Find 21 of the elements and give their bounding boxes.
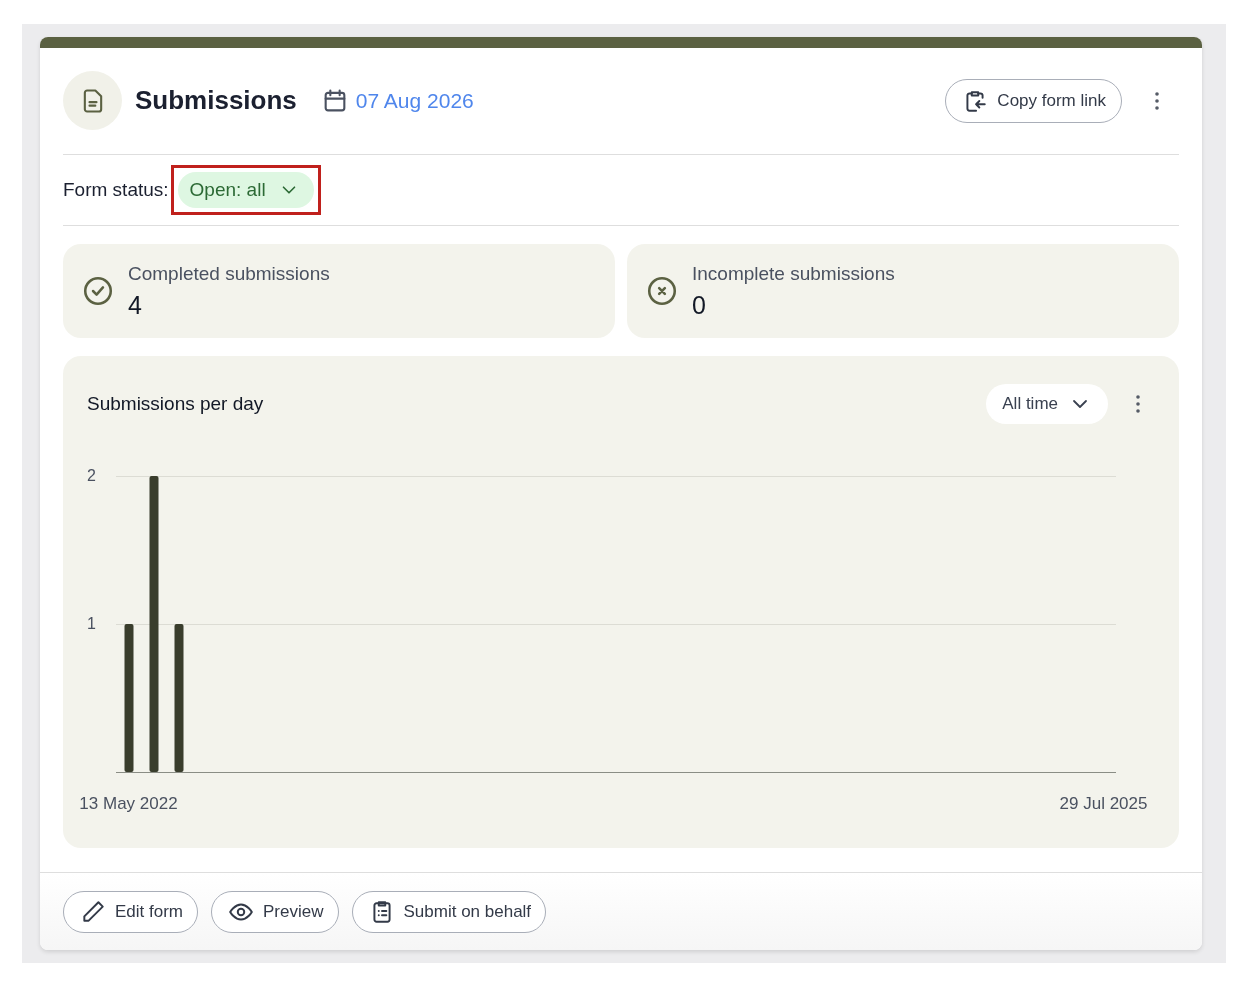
y-axis-label: 2 xyxy=(87,467,96,485)
time-range-dropdown[interactable]: All time xyxy=(986,384,1108,424)
x-axis-label: 13 May 2022 xyxy=(79,794,178,814)
date-link[interactable]: 07 Aug 2026 xyxy=(355,88,474,113)
chart-title: Submissions per day xyxy=(87,393,264,415)
submit-on-behalf-button[interactable]: Submit on behalf xyxy=(351,891,547,933)
stat-count: 0 xyxy=(692,290,707,320)
check-circle-icon xyxy=(81,274,115,308)
status-dropdown[interactable]: Open: all xyxy=(177,172,314,208)
stat-label: Incomplete submissions xyxy=(692,262,895,285)
form-status-label: Form status: xyxy=(63,179,169,201)
preview-button[interactable]: Preview xyxy=(211,891,339,933)
stat-count: 4 xyxy=(128,290,143,320)
pencil-icon xyxy=(80,899,106,925)
edit-form-button[interactable]: Edit form xyxy=(63,891,199,933)
stat-label: Completed submissions xyxy=(128,262,330,285)
y-axis-label: 1 xyxy=(87,615,96,633)
page-title: Submissions xyxy=(135,85,297,116)
x-circle-icon xyxy=(645,274,679,308)
x-axis-label: 29 Jul 2025 xyxy=(1059,794,1148,814)
copy-form-link-button[interactable]: Copy form link xyxy=(945,78,1122,123)
